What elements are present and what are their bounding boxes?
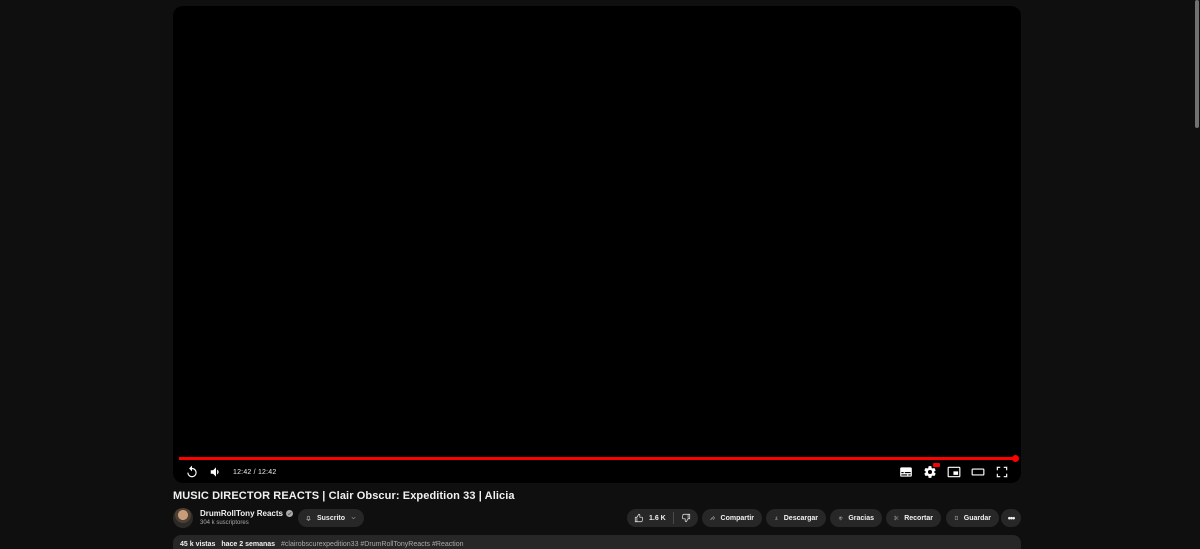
volume-icon bbox=[210, 467, 219, 477]
clip-label: Recortar bbox=[904, 514, 933, 522]
thanks-button[interactable]: Gracias bbox=[830, 509, 882, 527]
like-dislike-group: 1.6 K bbox=[627, 509, 698, 527]
settings-icon bbox=[924, 466, 936, 478]
more-icon: ••• bbox=[1007, 513, 1016, 523]
channel-avatar[interactable] bbox=[173, 508, 193, 528]
dislike-button[interactable] bbox=[674, 509, 698, 527]
subtitles-icon bbox=[900, 467, 912, 477]
hd-badge bbox=[933, 463, 940, 467]
video-player[interactable]: 12:42 / 12:42 bbox=[173, 6, 1021, 483]
subtitles-button[interactable] bbox=[895, 461, 917, 483]
replay-button[interactable] bbox=[181, 461, 203, 483]
share-icon bbox=[710, 515, 716, 521]
channel-name: DrumRollTony Reacts bbox=[200, 509, 283, 518]
download-label: Descargar bbox=[783, 514, 818, 522]
view-count: 45 k vistas bbox=[180, 541, 216, 548]
like-count: 1.6 K bbox=[649, 514, 666, 522]
video-title: MUSIC DIRECTOR REACTS | Clair Obscur: Ex… bbox=[173, 490, 515, 502]
bell-icon bbox=[306, 515, 311, 521]
miniplayer-icon bbox=[947, 466, 961, 478]
fullscreen-icon bbox=[996, 466, 1008, 478]
miniplayer-button[interactable] bbox=[943, 461, 965, 483]
scrollbar-thumb[interactable] bbox=[1195, 0, 1199, 128]
progress-bar[interactable] bbox=[179, 455, 1019, 462]
settings-button[interactable] bbox=[919, 461, 941, 483]
channel-name-link[interactable]: DrumRollTony Reacts bbox=[200, 509, 293, 518]
fullscreen-button[interactable] bbox=[991, 461, 1013, 483]
theater-mode-button[interactable] bbox=[967, 461, 989, 483]
download-icon bbox=[774, 516, 778, 520]
bookmark-icon bbox=[955, 516, 958, 521]
player-controls: 12:42 / 12:42 bbox=[173, 461, 1021, 483]
progress-fill bbox=[179, 457, 1015, 460]
thanks-label: Gracias bbox=[848, 514, 874, 522]
subscriber-count: 304 k suscriptores bbox=[200, 520, 249, 526]
save-label: Guardar bbox=[963, 514, 991, 522]
subscribed-button[interactable]: Suscrito bbox=[298, 509, 364, 527]
thanks-icon bbox=[838, 516, 843, 521]
like-button[interactable]: 1.6 K bbox=[627, 509, 673, 527]
chevron-down-icon bbox=[351, 516, 356, 520]
clip-button[interactable]: Recortar bbox=[886, 509, 941, 527]
upload-age: hace 2 semanas bbox=[221, 541, 276, 548]
hashtags: #clairobscurexpedition33 #DrumRollTonyRe… bbox=[281, 541, 464, 548]
subscribed-label: Suscrito bbox=[316, 514, 345, 522]
verified-icon bbox=[285, 510, 293, 517]
scissors-icon bbox=[894, 515, 899, 521]
description-box[interactable]: 45 k vistas hace 2 semanas #clairobscure… bbox=[173, 535, 1021, 549]
share-button[interactable]: Compartir bbox=[702, 509, 762, 527]
theater-mode-icon bbox=[971, 468, 985, 476]
replay-icon bbox=[187, 465, 197, 478]
watch-page: 12:42 / 12:42 MUSIC DIRECTOR REACTS | Cl… bbox=[0, 0, 1200, 549]
thumbs-up-icon bbox=[634, 513, 643, 523]
volume-button[interactable] bbox=[205, 461, 227, 483]
channel-row: DrumRollTony Reacts 304 k suscriptores S… bbox=[173, 507, 1021, 529]
share-label: Compartir bbox=[720, 514, 754, 522]
more-actions-button[interactable]: ••• bbox=[1001, 509, 1021, 527]
thumbs-down-icon bbox=[681, 513, 690, 523]
download-button[interactable]: Descargar bbox=[766, 509, 826, 527]
time-display: 12:42 / 12:42 bbox=[233, 468, 277, 476]
save-button[interactable]: Guardar bbox=[946, 509, 999, 527]
page-scrollbar[interactable] bbox=[1194, 0, 1200, 549]
